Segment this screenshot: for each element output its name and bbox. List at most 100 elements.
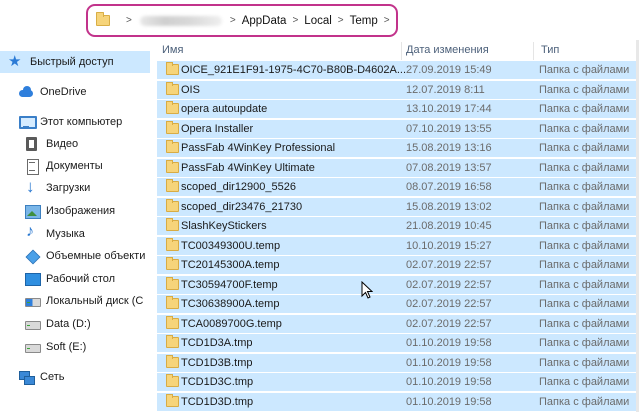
address-bar[interactable]: > > AppData > Local > Temp > <box>86 4 398 37</box>
file-name: TC30594700F.temp <box>181 278 278 291</box>
column-header-name[interactable]: Имя <box>162 40 183 60</box>
column-divider[interactable] <box>533 42 534 60</box>
file-date: 27.09.2019 15:49 <box>406 64 492 76</box>
file-type: Папка с файлами <box>539 337 630 349</box>
file-row[interactable]: TCD1D3D.tmp 01.10.2019 19:58 Папка с файла… <box>157 391 639 411</box>
file-name: scoped_dir23476_21730 <box>181 200 303 213</box>
folder-icon <box>166 335 179 348</box>
nav-label: Загрузки <box>46 182 91 194</box>
file-row[interactable]: TCD1D3B.tmp 01.10.2019 19:58 Папка с файла… <box>157 352 639 372</box>
file-row[interactable]: scoped_dir23476_21730 15.08.2019 13:02 Пап… <box>157 196 639 216</box>
column-divider[interactable] <box>401 42 402 60</box>
nav-music[interactable]: Музыка <box>0 223 150 245</box>
folder-icon <box>166 179 179 192</box>
nav-label: Этот компьютер <box>40 116 123 128</box>
nav-video[interactable]: Видео <box>0 133 150 155</box>
computer-icon <box>18 114 37 130</box>
nav-drive-c[interactable]: Локальный диск (C <box>0 290 150 312</box>
file-type: Папка с файлами <box>539 181 630 193</box>
file-type: Папка с файлами <box>539 83 630 96</box>
file-row[interactable]: TC20145300A.temp 02.07.2019 22:57 Папка с … <box>157 255 639 274</box>
file-date: 21.08.2019 10:45 <box>406 220 492 232</box>
nav-label: Музыка <box>46 228 85 240</box>
chevron-right-icon[interactable]: > <box>126 15 132 26</box>
file-row[interactable]: TCD1D3C.tmp 01.10.2019 19:58 Папка с файла… <box>157 372 639 391</box>
nav-label: Быстрый доступ <box>30 56 114 68</box>
drive-d-icon <box>24 316 41 332</box>
column-header-date[interactable]: Дата изменения <box>406 40 489 60</box>
folder-icon <box>166 257 179 270</box>
file-type: Папка с файлами <box>539 122 630 135</box>
file-row[interactable]: PassFab 4WinKey Ultimate 07.08.2019 13:57… <box>157 157 639 177</box>
file-type: Папка с файлами <box>539 259 630 271</box>
folder-icon <box>96 12 110 26</box>
file-row[interactable]: opera autoupdate 13.10.2019 17:44 Папка с … <box>157 99 639 118</box>
desktop-icon <box>24 271 41 287</box>
nav-3d-objects[interactable]: Объемные объекти <box>0 245 150 267</box>
file-name: TCA0089700G.temp <box>181 317 282 330</box>
file-type: Папка с файлами <box>539 356 630 369</box>
nav-label: Data (D:) <box>46 318 91 330</box>
file-name: scoped_dir12900_5526 <box>181 181 296 193</box>
file-list: Имя Дата изменения Тип OICE_921E1F91-197… <box>157 40 639 412</box>
folder-icon <box>166 120 179 134</box>
nav-desktop[interactable]: Рабочий стол <box>0 268 150 290</box>
file-name: TC20145300A.temp <box>181 259 280 271</box>
file-row[interactable]: TC30638900A.temp 02.07.2019 22:57 Папка с … <box>157 294 639 313</box>
chevron-right-icon[interactable]: > <box>230 15 236 26</box>
nav-drive-d[interactable]: Data (D:) <box>0 313 150 335</box>
file-name: TCD1D3B.tmp <box>181 356 253 369</box>
column-header-type[interactable]: Тип <box>541 40 559 60</box>
nav-onedrive[interactable]: OneDrive <box>0 81 150 103</box>
folder-icon <box>166 393 179 407</box>
nav-documents[interactable]: Документы <box>0 155 150 177</box>
file-row[interactable]: Opera Installer 07.10.2019 13:55 Папка с ф… <box>157 118 639 138</box>
nav-pictures[interactable]: Изображения <box>0 200 150 222</box>
file-row[interactable]: TC30594700F.temp 02.07.2019 22:57 Папка с … <box>157 274 639 294</box>
chevron-right-icon[interactable]: > <box>384 15 390 26</box>
breadcrumb-temp[interactable]: Temp <box>350 15 378 27</box>
breadcrumb-appdata[interactable]: AppData <box>242 15 287 27</box>
file-row[interactable]: TCA0089700G.temp 02.07.2019 22:57 Папка с … <box>157 313 639 333</box>
folder-icon <box>166 101 179 114</box>
file-name: PassFab 4WinKey Professional <box>181 142 336 154</box>
download-icon <box>24 177 40 197</box>
file-row[interactable]: SlashKeyStickers 21.08.2019 10:45 Папка с … <box>157 216 639 235</box>
network-icon <box>18 369 35 385</box>
nav-label: Объемные объекти <box>46 250 146 262</box>
file-row[interactable]: OICE_921E1F91-1975-4C70-B80B-D4602A... 27… <box>157 60 639 79</box>
file-date: 15.08.2019 13:02 <box>406 200 492 213</box>
chevron-right-icon[interactable]: > <box>338 15 344 26</box>
file-date: 01.10.2019 19:58 <box>406 395 492 408</box>
folder-icon <box>166 354 179 368</box>
folder-icon <box>166 159 179 173</box>
drive-c-icon <box>24 293 41 309</box>
nav-this-pc[interactable]: Этот компьютер <box>0 111 150 133</box>
file-date: 01.10.2019 19:58 <box>406 356 492 369</box>
nav-quick-access[interactable]: Быстрый доступ <box>0 51 150 73</box>
file-row[interactable]: PassFab 4WinKey Professional 15.08.2019 1… <box>157 138 639 157</box>
file-row[interactable]: OIS 12.07.2019 8:11 Папка с файлами <box>157 79 639 99</box>
video-icon <box>24 136 40 152</box>
breadcrumb-local[interactable]: Local <box>304 15 332 27</box>
file-row[interactable]: TC00349300U.temp 10.10.2019 15:27 Папка с … <box>157 235 639 255</box>
file-name: TCD1D3A.tmp <box>181 337 253 349</box>
folder-icon <box>166 296 179 309</box>
nav-label: Видео <box>46 138 79 150</box>
chevron-right-icon[interactable]: > <box>292 15 298 26</box>
3d-objects-icon <box>24 248 40 264</box>
file-date: 10.10.2019 15:27 <box>406 239 492 252</box>
file-type: Папка с файлами <box>539 395 630 408</box>
file-row[interactable]: TCD1D3A.tmp 01.10.2019 19:58 Папка с файла… <box>157 333 639 352</box>
drive-e-icon <box>24 339 41 355</box>
folder-icon <box>166 140 179 153</box>
file-row[interactable]: scoped_dir12900_5526 08.07.2019 16:58 Папк… <box>157 177 639 196</box>
folder-icon <box>166 276 179 290</box>
file-type: Папка с файлами <box>539 376 630 388</box>
file-date: 01.10.2019 19:58 <box>406 376 492 388</box>
nav-label: Сеть <box>40 371 65 383</box>
file-name: OIS <box>181 83 200 96</box>
nav-downloads[interactable]: Загрузки <box>0 177 150 199</box>
nav-network[interactable]: Сеть <box>0 366 150 388</box>
nav-drive-e[interactable]: Soft (E:) <box>0 336 150 358</box>
